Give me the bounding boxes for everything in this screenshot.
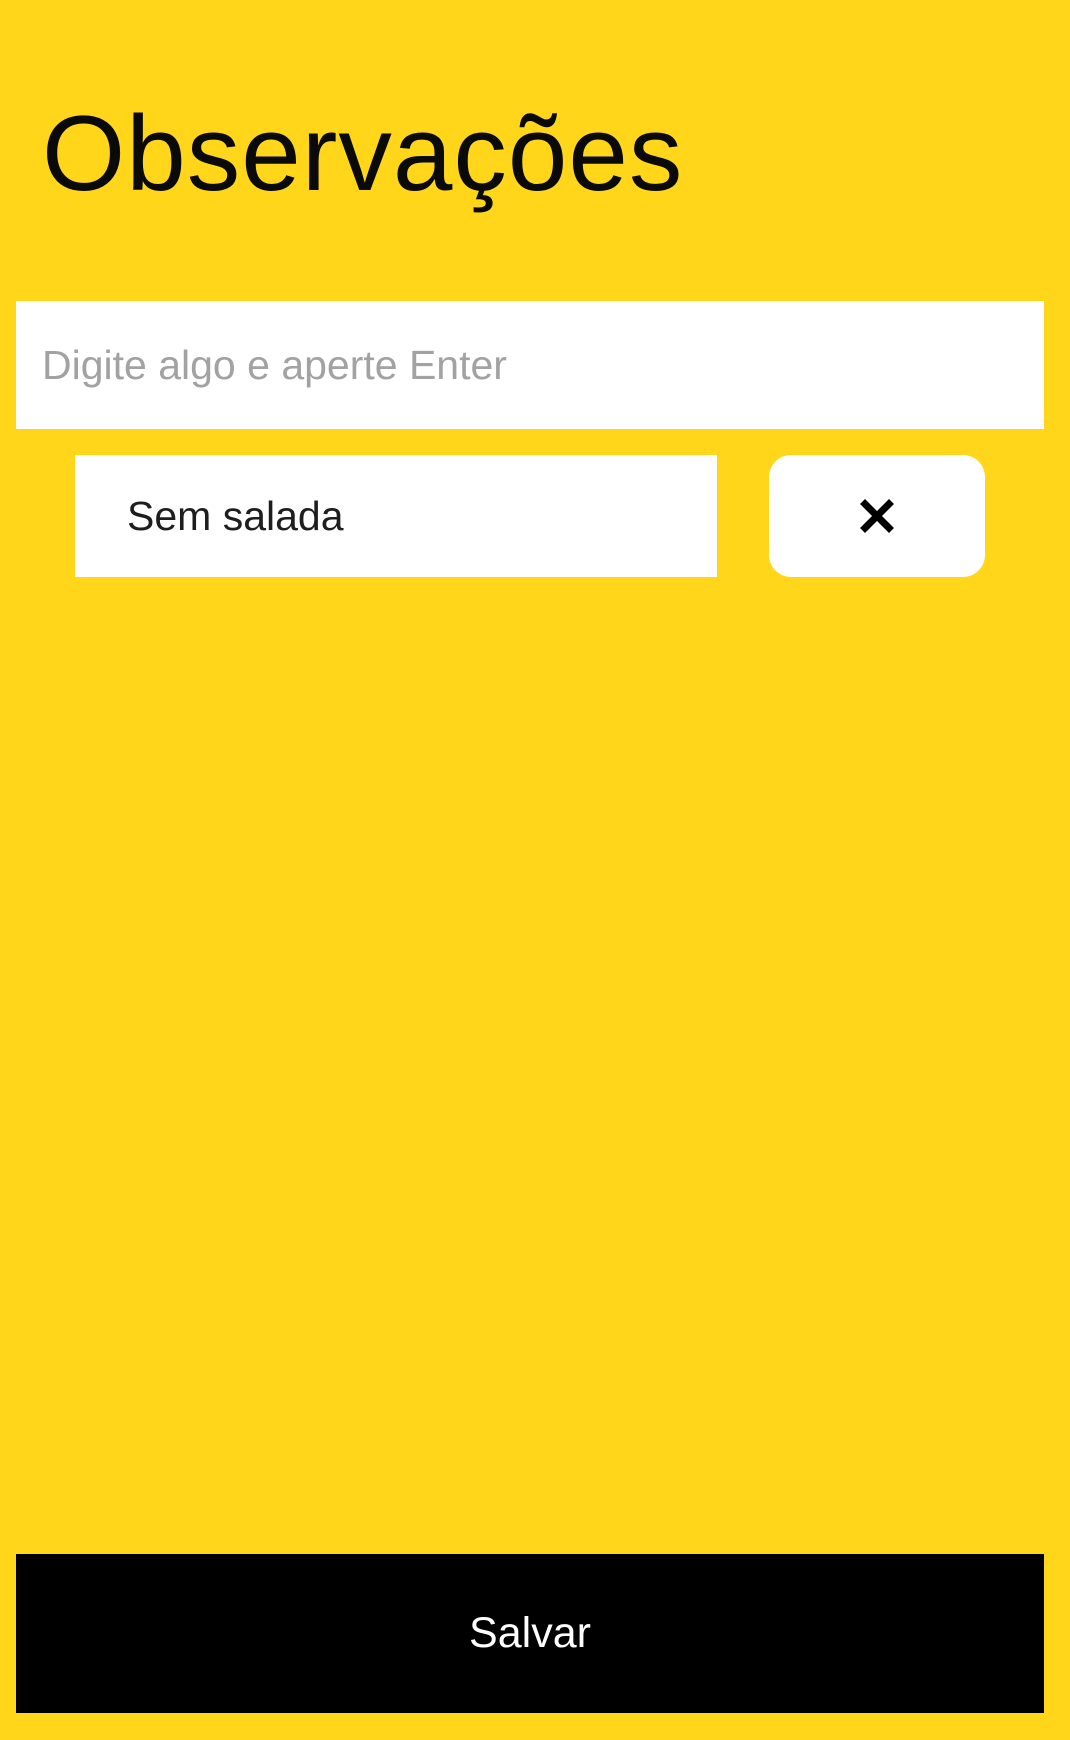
close-icon xyxy=(860,499,894,533)
remove-note-button[interactable] xyxy=(769,455,985,577)
save-button[interactable]: Salvar xyxy=(16,1554,1044,1713)
note-input[interactable] xyxy=(16,301,1044,429)
page-title: Observações xyxy=(42,93,684,213)
note-item-label: Sem salada xyxy=(127,492,344,539)
note-item: Sem salada xyxy=(75,455,717,577)
